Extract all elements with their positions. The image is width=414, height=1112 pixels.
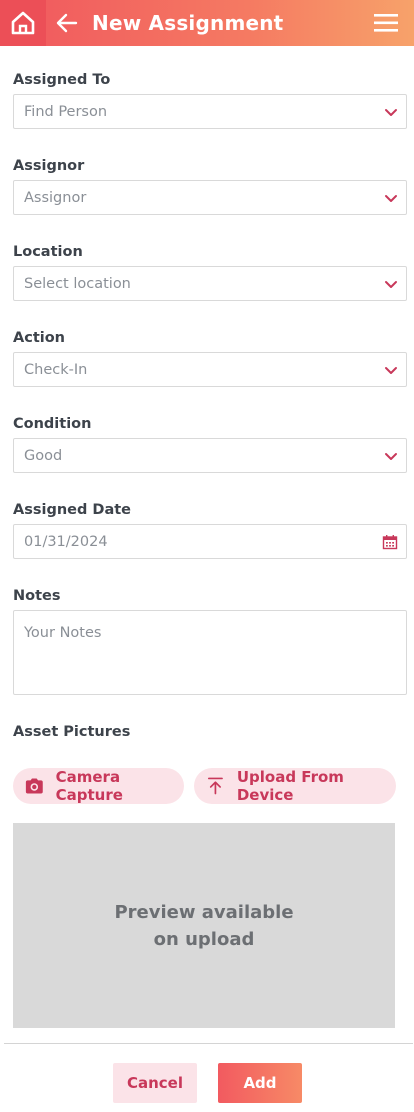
action-value: Check-In [24, 361, 88, 378]
app-header: New Assignment [0, 0, 414, 46]
upload-icon [207, 777, 223, 795]
assigned-to-field: Assigned To Find Person [13, 66, 407, 129]
chevron-down-icon [385, 453, 397, 460]
action-label: Action [13, 330, 66, 346]
arrow-left-icon [56, 13, 78, 33]
notes-label: Notes [13, 588, 61, 604]
assigned-date-value: 01/31/2024 [24, 533, 108, 550]
home-icon [11, 11, 35, 35]
camera-icon [25, 778, 43, 794]
condition-select[interactable]: Good [13, 438, 407, 473]
footer-divider [4, 1043, 413, 1044]
assignor-value: Assignor [24, 189, 87, 206]
location-field: Location Select location [13, 238, 407, 301]
page-title: New Assignment [92, 11, 284, 35]
cancel-button[interactable]: Cancel [113, 1063, 197, 1103]
condition-field: Condition Good [13, 410, 407, 473]
asset-pictures-label: Asset Pictures [13, 724, 131, 740]
back-button[interactable] [52, 0, 82, 46]
assigned-date-label: Assigned Date [13, 502, 132, 518]
chevron-down-icon [385, 109, 397, 116]
upload-from-device-button[interactable]: Upload From Device [194, 768, 396, 804]
assignment-form: Assigned To Find Person Assignor Assigno… [13, 66, 407, 746]
hamburger-menu-icon [374, 14, 398, 32]
assigned-to-label: Assigned To [13, 72, 111, 88]
chevron-down-icon [385, 367, 397, 374]
assignor-label: Assignor [13, 158, 85, 174]
add-button[interactable]: Add [218, 1063, 302, 1103]
notes-field: Notes Your Notes [13, 582, 407, 695]
assignor-select[interactable]: Assignor [13, 180, 407, 215]
location-value: Select location [24, 275, 131, 292]
condition-value: Good [24, 447, 63, 464]
menu-button[interactable] [372, 11, 400, 35]
location-label: Location [13, 244, 83, 260]
picture-preview: Preview available on upload [13, 823, 395, 1028]
notes-textarea[interactable]: Your Notes [13, 610, 407, 695]
assigned-to-select[interactable]: Find Person [13, 94, 407, 129]
camera-capture-label: Camera Capture [55, 768, 123, 804]
condition-label: Condition [13, 416, 92, 432]
upload-from-device-label: Upload From Device [236, 768, 344, 804]
calendar-icon[interactable] [382, 534, 398, 550]
action-field: Action Check-In [13, 324, 407, 387]
location-select[interactable]: Select location [13, 266, 407, 301]
assigned-to-value: Find Person [24, 103, 108, 120]
assigned-date-input[interactable]: 01/31/2024 [13, 524, 407, 559]
assignor-field: Assignor Assignor [13, 152, 407, 215]
notes-placeholder: Your Notes [24, 625, 102, 641]
chevron-down-icon [385, 195, 397, 202]
home-button[interactable] [0, 0, 46, 46]
action-select[interactable]: Check-In [13, 352, 407, 387]
preview-text: Preview available on upload [114, 901, 294, 950]
chevron-down-icon [385, 281, 397, 288]
camera-capture-button[interactable]: Camera Capture [13, 768, 184, 804]
assigned-date-field: Assigned Date 01/31/2024 [13, 496, 407, 559]
